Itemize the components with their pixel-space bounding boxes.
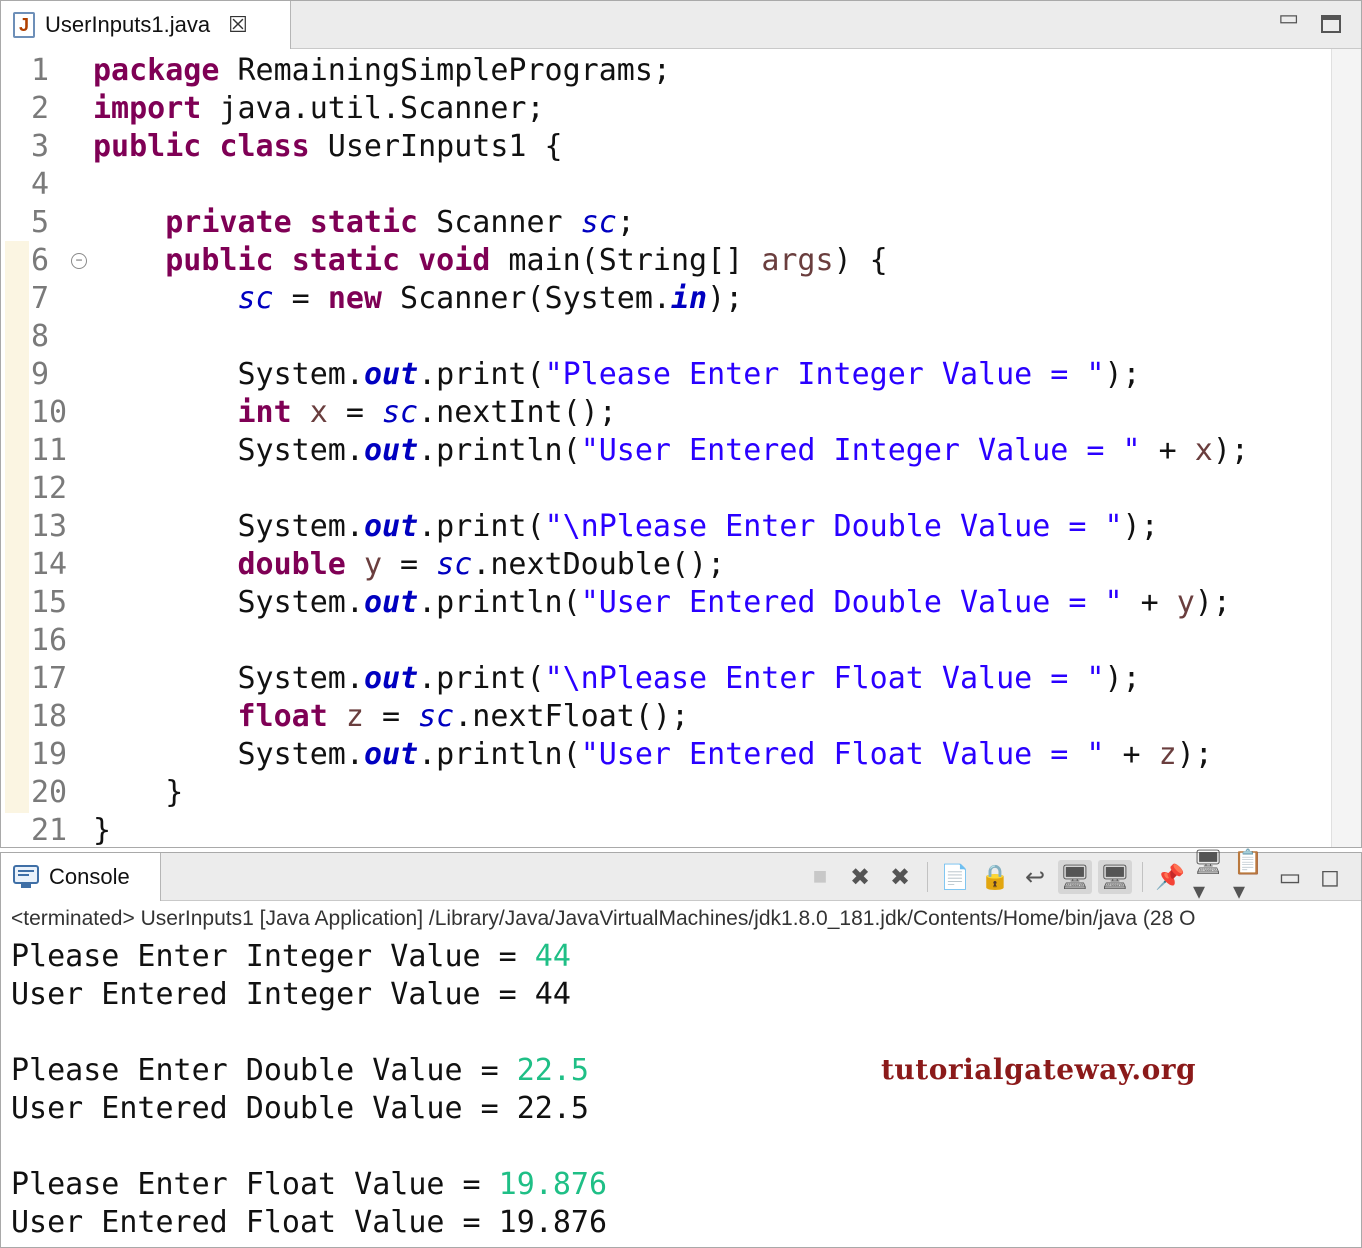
line-number: 12 xyxy=(31,471,68,506)
editor-tab[interactable]: J UserInputs1.java ☒ xyxy=(1,1,291,49)
line-number: 9 xyxy=(31,357,50,392)
pin-console-icon[interactable]: 📌 xyxy=(1153,860,1187,894)
line-number: 3 xyxy=(31,129,50,164)
console-prompt: Please Enter Float Value = xyxy=(11,1167,499,1202)
console-pane: Console ■ ✖ ✖ 📄 🔒 ↩ 🖥 🖥 📌 🖥▾ 📋▾ ▭ ◻ <ter… xyxy=(0,849,1362,1248)
line-number: 13 xyxy=(31,509,68,544)
console-user-input: 44 xyxy=(534,939,571,974)
line-number: 18 xyxy=(31,699,68,734)
console-output[interactable]: Please Enter Integer Value = 44 User Ent… xyxy=(11,939,1351,1243)
console-tabbar: Console ■ ✖ ✖ 📄 🔒 ↩ 🖥 🖥 📌 🖥▾ 📋▾ ▭ ◻ xyxy=(1,849,1361,905)
change-highlight-strip xyxy=(5,241,29,813)
close-icon[interactable]: ☒ xyxy=(228,12,248,38)
line-number: 7 xyxy=(31,281,50,316)
code-line: System.out.print("\nPlease Enter Float V… xyxy=(93,661,1141,696)
fold-collapse-icon[interactable]: − xyxy=(71,253,87,269)
editor-tab-label: UserInputs1.java xyxy=(45,12,211,37)
line-number: 5 xyxy=(31,205,50,240)
console-status-line: <terminated> UserInputs1 [Java Applicati… xyxy=(11,907,1196,930)
scroll-lock-icon[interactable]: 🔒 xyxy=(978,860,1012,894)
code-line: System.out.println("User Entered Float V… xyxy=(93,737,1213,772)
code-editor[interactable]: package RemainingSimplePrograms; import … xyxy=(93,53,1329,847)
code-line: double y = sc.nextDouble(); xyxy=(237,547,726,582)
code-line: import java.util.Scanner; xyxy=(93,91,545,126)
code-line: int x = sc.nextInt(); xyxy=(237,395,617,430)
console-tab[interactable]: Console xyxy=(1,853,161,901)
toolbar-separator xyxy=(927,862,928,892)
line-number: 17 xyxy=(31,661,68,696)
console-prompt: Please Enter Double Value = xyxy=(11,1053,517,1088)
line-number: 4 xyxy=(31,167,50,202)
code-line: System.out.println("User Entered Integer… xyxy=(93,433,1249,468)
code-line: System.out.print("\nPlease Enter Double … xyxy=(93,509,1159,544)
editor-tabbar: J UserInputs1.java ☒ ▭ xyxy=(1,1,1361,49)
console-prompt: Please Enter Integer Value = xyxy=(11,939,535,974)
console-tab-label: Console xyxy=(49,864,130,889)
minimize-icon[interactable]: ▭ xyxy=(1278,5,1299,31)
code-line: System.out.println("User Entered Double … xyxy=(93,585,1231,620)
line-number: 15 xyxy=(31,585,68,620)
maximize-icon[interactable]: ◻ xyxy=(1313,860,1347,894)
code-line: public static void main(String[] args) { xyxy=(165,243,888,278)
editor-scrollbar[interactable] xyxy=(1331,49,1361,847)
console-user-input: 22.5 xyxy=(516,1053,589,1088)
console-line: Please Enter Integer Value = 44 xyxy=(11,939,1351,977)
line-number: 20 xyxy=(31,775,68,810)
console-icon xyxy=(13,865,39,888)
show-on-stderr-icon[interactable]: 🖥 xyxy=(1098,860,1132,894)
console-line: User Entered Double Value = 22.5 xyxy=(11,1091,589,1126)
java-file-icon: J xyxy=(13,12,35,38)
code-line: package RemainingSimplePrograms; xyxy=(93,53,671,88)
line-numbers: 1 2 3 4 5 6 7 8 9 10 11 12 13 14 15 16 1… xyxy=(31,53,89,851)
line-number: 16 xyxy=(31,623,68,658)
console-line: Please Enter Float Value = 19.876 xyxy=(11,1167,1351,1205)
editor-pane: J UserInputs1.java ☒ ▭ 1 2 3 4 5 6 7 8 9… xyxy=(0,0,1362,848)
console-line: User Entered Integer Value = 44 xyxy=(11,977,571,1012)
clear-console-icon[interactable]: 📄 xyxy=(938,860,972,894)
code-line: System.out.print("Please Enter Integer V… xyxy=(93,357,1141,392)
line-number: 14 xyxy=(31,547,68,582)
code-line: sc = new Scanner(System.in); xyxy=(237,281,744,316)
watermark-logo: tutorialgateway.org xyxy=(881,1053,1197,1086)
line-number: 21 xyxy=(31,813,68,848)
code-line: } xyxy=(93,775,184,810)
line-number: 10 xyxy=(31,395,68,430)
code-line: private static Scanner sc; xyxy=(165,205,635,240)
code-line: } xyxy=(93,813,112,847)
code-line: public class UserInputs1 { xyxy=(93,129,563,164)
console-line: User Entered Float Value = 19.876 xyxy=(11,1205,608,1240)
toolbar-separator xyxy=(1142,862,1143,892)
line-number: 19 xyxy=(31,737,68,772)
remove-all-terminated-icon[interactable]: ✖ xyxy=(883,860,917,894)
show-on-stdout-icon[interactable]: 🖥 xyxy=(1058,860,1092,894)
line-number: 1 xyxy=(31,53,50,88)
line-number: 11 xyxy=(31,433,68,468)
maximize-icon[interactable] xyxy=(1321,15,1341,33)
line-number: 2 xyxy=(31,91,50,126)
open-console-icon[interactable]: 📋▾ xyxy=(1233,849,1267,905)
console-user-input: 19.876 xyxy=(498,1167,608,1202)
code-line: float z = sc.nextFloat(); xyxy=(237,699,690,734)
minimize-icon[interactable]: ▭ xyxy=(1273,860,1307,894)
word-wrap-icon[interactable]: ↩ xyxy=(1018,860,1052,894)
display-console-icon[interactable]: 🖥▾ xyxy=(1193,849,1227,905)
remove-launch-icon[interactable]: ✖ xyxy=(843,860,877,894)
terminate-icon[interactable]: ■ xyxy=(803,860,837,894)
console-toolbar: ■ ✖ ✖ 📄 🔒 ↩ 🖥 🖥 📌 🖥▾ 📋▾ ▭ ◻ xyxy=(803,849,1361,905)
line-number: 8 xyxy=(31,319,50,354)
